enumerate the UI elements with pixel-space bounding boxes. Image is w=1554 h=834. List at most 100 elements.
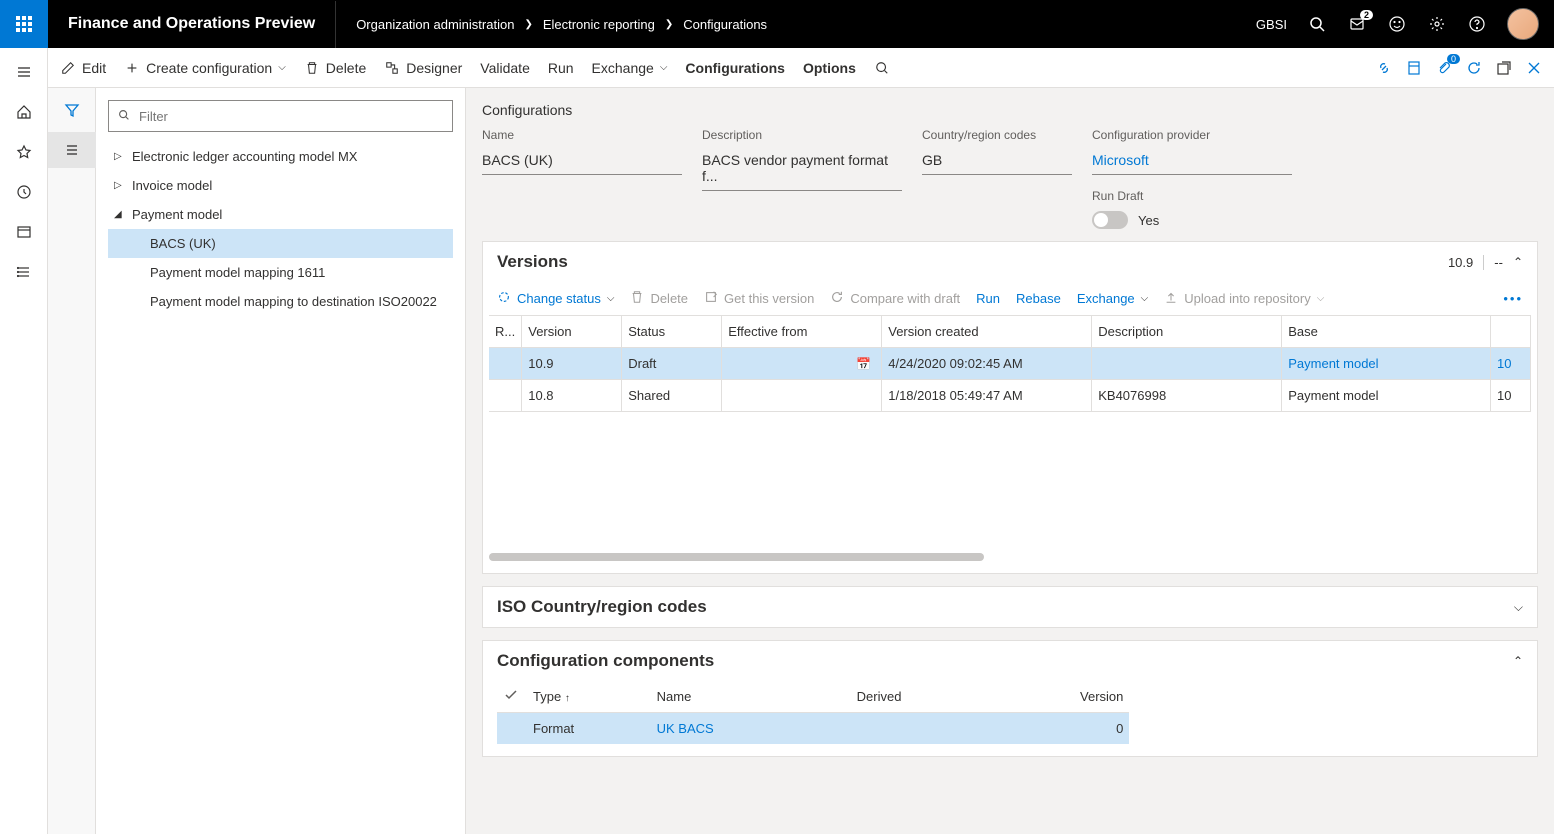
home-icon[interactable] xyxy=(14,102,34,122)
expand-icon[interactable]: ▷ xyxy=(114,180,128,191)
name-field[interactable]: BACS (UK) xyxy=(482,146,682,175)
col-header[interactable] xyxy=(1491,316,1531,348)
feedback-icon[interactable] xyxy=(1387,14,1407,34)
toggle-value: Yes xyxy=(1138,213,1159,228)
collapse-icon[interactable]: ⌃ xyxy=(1513,654,1523,668)
collapse-icon[interactable]: ⌃ xyxy=(1513,255,1523,269)
versions-toolbar: Change status ⌵ Delete Get this version xyxy=(483,282,1537,315)
table-row[interactable]: 10.8 Shared 1/18/2018 05:49:47 AM KB4076… xyxy=(489,380,1531,412)
delete-icon xyxy=(630,290,644,307)
iso-title: ISO Country/region codes xyxy=(497,597,707,617)
delete-button[interactable]: Delete xyxy=(304,60,366,76)
version-run-button[interactable]: Run xyxy=(976,291,1000,306)
col-header[interactable]: Status xyxy=(622,316,722,348)
col-header[interactable]: Version xyxy=(1001,681,1130,713)
horizontal-scrollbar[interactable] xyxy=(489,553,984,561)
edit-button[interactable]: Edit xyxy=(60,60,106,76)
menu-toggle-icon[interactable] xyxy=(14,62,34,82)
designer-button[interactable]: Designer xyxy=(384,60,462,76)
select-all-checkbox[interactable] xyxy=(497,681,527,713)
provider-link[interactable]: Microsoft xyxy=(1092,146,1292,175)
notifications-icon[interactable]: 2 xyxy=(1347,14,1367,34)
left-nav-rail xyxy=(0,48,48,834)
favorites-icon[interactable] xyxy=(14,142,34,162)
col-header[interactable]: Base xyxy=(1282,316,1491,348)
col-header[interactable]: Effective from xyxy=(722,316,882,348)
app-launcher[interactable] xyxy=(0,0,48,48)
col-header[interactable]: R... xyxy=(489,316,522,348)
status-icon xyxy=(497,290,511,307)
table-row[interactable]: Format UK BACS 0 xyxy=(497,713,1129,745)
designer-icon xyxy=(384,60,400,76)
tree-item[interactable]: ▷ Invoice model xyxy=(108,171,453,200)
breadcrumb-item[interactable]: Electronic reporting xyxy=(543,17,655,32)
calendar-icon[interactable]: 📅 xyxy=(856,357,871,371)
popout-icon[interactable] xyxy=(1496,60,1512,76)
more-icon[interactable]: ••• xyxy=(1503,291,1523,306)
detail-panel: Configurations Name BACS (UK) Descriptio… xyxy=(466,88,1554,834)
collapse-icon[interactable]: ◢ xyxy=(114,209,128,220)
upload-button: Upload into repository ⌵ xyxy=(1164,290,1324,307)
plus-icon xyxy=(124,60,140,76)
rebase-button[interactable]: Rebase xyxy=(1016,291,1061,306)
col-header[interactable]: Derived xyxy=(851,681,1001,713)
tree-panel: ▷ Electronic ledger accounting model MX … xyxy=(96,88,466,834)
breadcrumb-item[interactable]: Configurations xyxy=(683,17,767,32)
tree-item[interactable]: Payment model mapping 1611 xyxy=(108,258,453,287)
table-row[interactable]: 10.9 Draft 📅 4/24/2020 09:02:45 AM Payme… xyxy=(489,348,1531,380)
search-icon xyxy=(874,60,890,76)
version-exchange-button[interactable]: Exchange ⌵ xyxy=(1077,291,1148,306)
top-bar-right: GBSI 2 xyxy=(1256,8,1554,40)
change-status-button[interactable]: Change status ⌵ xyxy=(497,290,614,307)
tree-item[interactable]: ▷ Electronic ledger accounting model MX xyxy=(108,142,453,171)
field-label: Configuration provider xyxy=(1092,128,1292,142)
chevron-down-icon: ⌵ xyxy=(607,293,615,304)
description-field[interactable]: BACS vendor payment format f... xyxy=(702,146,902,191)
tree-item[interactable]: ◢ Payment model xyxy=(108,200,453,229)
office-icon[interactable] xyxy=(1406,60,1422,76)
create-configuration-button[interactable]: Create configuration ⌵ xyxy=(124,60,286,76)
col-header[interactable]: Version xyxy=(522,316,622,348)
link-icon[interactable] xyxy=(1376,60,1392,76)
workspace-icon[interactable] xyxy=(14,222,34,242)
col-header[interactable]: Description xyxy=(1092,316,1282,348)
search-commands[interactable] xyxy=(874,60,890,76)
run-button[interactable]: Run xyxy=(548,60,574,76)
field-label: Run Draft xyxy=(1092,189,1292,203)
breadcrumb: Organization administration ❯ Electronic… xyxy=(336,17,787,32)
gear-icon[interactable] xyxy=(1427,14,1447,34)
expand-icon[interactable]: ▷ xyxy=(114,151,128,162)
col-header[interactable]: Version created xyxy=(882,316,1092,348)
run-draft-toggle[interactable] xyxy=(1092,211,1128,229)
list-view-icon[interactable] xyxy=(48,132,96,168)
search-icon[interactable] xyxy=(1307,14,1327,34)
base-link[interactable]: Payment model xyxy=(1282,348,1491,380)
configurations-tab[interactable]: Configurations xyxy=(685,60,785,76)
notification-badge: 2 xyxy=(1360,10,1373,20)
refresh-icon[interactable] xyxy=(1466,60,1482,76)
options-button[interactable]: Options xyxy=(803,60,856,76)
tree-item[interactable]: Payment model mapping to destination ISO… xyxy=(108,287,453,316)
user-avatar[interactable] xyxy=(1507,8,1539,40)
component-link[interactable]: UK BACS xyxy=(651,713,851,745)
modules-icon[interactable] xyxy=(14,262,34,282)
col-header[interactable]: Type ↑ xyxy=(527,681,651,713)
filter-icon[interactable] xyxy=(62,100,82,120)
help-icon[interactable] xyxy=(1467,14,1487,34)
recent-icon[interactable] xyxy=(14,182,34,202)
region-field[interactable]: GB xyxy=(922,146,1072,175)
close-icon[interactable] xyxy=(1526,60,1542,76)
breadcrumb-item[interactable]: Organization administration xyxy=(356,17,514,32)
filter-input[interactable] xyxy=(139,109,444,124)
tree-item-selected[interactable]: BACS (UK) xyxy=(108,229,453,258)
attachments-icon[interactable]: 0 xyxy=(1436,60,1452,76)
version-delete-button: Delete xyxy=(630,290,688,307)
expand-icon[interactable]: ⌵ xyxy=(1514,600,1523,615)
company-code[interactable]: GBSI xyxy=(1256,17,1287,32)
upload-icon xyxy=(1164,290,1178,307)
col-header[interactable]: Name xyxy=(651,681,851,713)
exchange-button[interactable]: Exchange ⌵ xyxy=(592,60,668,76)
chevron-down-icon: ⌵ xyxy=(1317,293,1325,304)
compare-icon xyxy=(830,290,844,307)
validate-button[interactable]: Validate xyxy=(480,60,530,76)
